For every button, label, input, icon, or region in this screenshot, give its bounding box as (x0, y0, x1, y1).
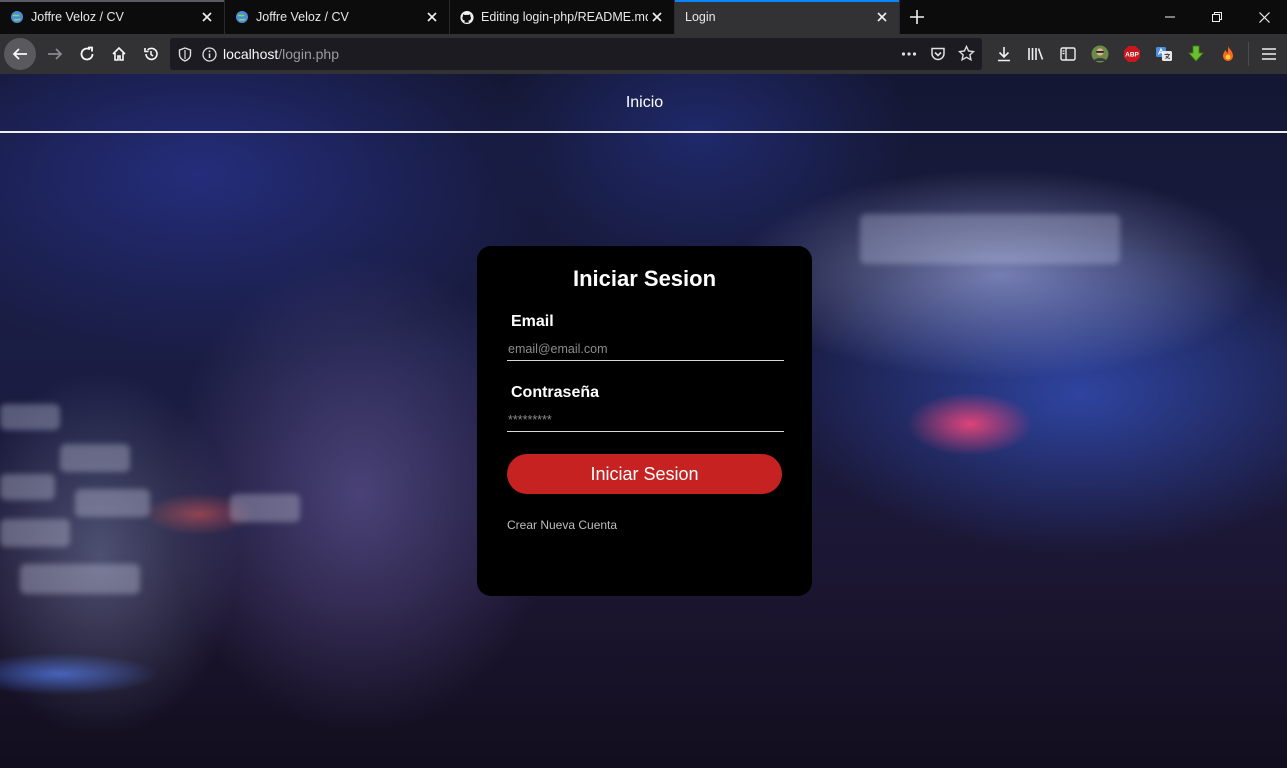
tab-title: Joffre Veloz / CV (256, 10, 349, 24)
history-icon (144, 47, 158, 61)
background-key (20, 564, 140, 594)
tab-title: Editing login-php/README.md (481, 10, 648, 24)
email-field[interactable] (507, 337, 784, 361)
adblock-button[interactable]: ABP (1116, 34, 1148, 74)
password-field[interactable] (507, 408, 784, 432)
password-label: Contraseña (511, 384, 600, 401)
home-icon (112, 46, 126, 61)
create-account-link[interactable]: Crear Nueva Cuenta (507, 518, 617, 532)
menu-button[interactable] (1253, 34, 1285, 74)
tab-title: Joffre Veloz / CV (31, 10, 124, 24)
fire-icon (1223, 46, 1233, 61)
avatar-icon (1091, 45, 1109, 63)
adblock-badge: ABP (1125, 52, 1139, 59)
minimize-button[interactable] (1147, 0, 1193, 34)
library-button[interactable] (1020, 34, 1052, 74)
translate-icon (1156, 47, 1172, 61)
nav-divider (0, 131, 1287, 133)
reload-button[interactable] (72, 39, 102, 69)
fire-extension-button[interactable] (1212, 34, 1244, 74)
url-path: /login.php (278, 46, 339, 62)
login-card: Iniciar Sesion Email Contraseña Iniciar … (477, 246, 812, 596)
url-host: localhost (223, 46, 279, 62)
green-arrow-icon (1188, 45, 1204, 62)
email-label: Email (511, 313, 554, 330)
info-icon[interactable] (202, 46, 217, 62)
background-key (0, 404, 60, 430)
close-icon[interactable] (198, 8, 216, 26)
login-button[interactable]: Iniciar Sesion (507, 454, 782, 494)
forward-button[interactable] (40, 39, 70, 69)
background-key (75, 489, 150, 517)
tab-cv-1[interactable]: Joffre Veloz / CV (0, 0, 225, 34)
restore-button[interactable] (1194, 0, 1240, 34)
profile-button[interactable] (1084, 34, 1116, 74)
background-key (0, 519, 70, 547)
tab-strip: Joffre Veloz / CV Joffre Veloz / CV Edit… (0, 0, 1287, 34)
download-button[interactable] (988, 34, 1020, 74)
star-icon[interactable] (958, 45, 975, 62)
background-key (60, 444, 130, 472)
shield-icon[interactable] (178, 46, 192, 62)
window-close-button[interactable] (1241, 0, 1287, 34)
download-helper-button[interactable] (1180, 34, 1212, 74)
top-nav: Inicio (0, 74, 1287, 132)
background-key (860, 214, 1120, 264)
toolbar-right: ABP (988, 34, 1285, 74)
new-tab-button[interactable] (900, 0, 934, 34)
library-icon (1028, 48, 1044, 60)
tab-cv-2[interactable]: Joffre Veloz / CV (225, 0, 450, 34)
pocket-icon[interactable] (930, 46, 946, 62)
adblock-icon: ABP (1124, 46, 1140, 62)
toolbar-separator (1248, 42, 1249, 66)
home-button[interactable] (104, 39, 134, 69)
tab-login[interactable]: Login (675, 0, 900, 34)
more-icon[interactable] (901, 47, 917, 61)
plus-icon (910, 10, 924, 24)
page-viewport: Inicio Iniciar Sesion Email Contraseña I… (0, 74, 1287, 768)
translate-button[interactable] (1148, 34, 1180, 74)
history-button[interactable] (136, 39, 166, 69)
back-icon (12, 48, 27, 60)
forward-icon (48, 48, 63, 60)
minimize-icon (1165, 16, 1175, 18)
nav-toolbar: localhost/login.php ABP (0, 34, 1287, 74)
nav-link-inicio[interactable]: Inicio (626, 94, 663, 112)
url-bar[interactable]: localhost/login.php (170, 38, 982, 70)
menu-icon (1262, 48, 1276, 60)
tab-github-readme[interactable]: Editing login-php/README.md (450, 0, 675, 34)
restore-icon (1212, 12, 1222, 22)
background-key (230, 494, 300, 522)
url-text[interactable]: localhost/login.php (223, 46, 339, 62)
sidebar-button[interactable] (1052, 34, 1084, 74)
tab-title: Login (685, 10, 716, 24)
github-icon (460, 10, 474, 24)
reload-icon (80, 46, 94, 61)
globe-icon (10, 10, 24, 24)
globe-icon (235, 10, 249, 24)
back-button[interactable] (4, 38, 36, 70)
close-icon (1258, 11, 1270, 23)
close-icon[interactable] (648, 8, 666, 26)
background-key (0, 474, 55, 500)
close-icon[interactable] (423, 8, 441, 26)
download-icon (998, 47, 1010, 62)
login-title: Iniciar Sesion (572, 266, 717, 291)
sidebar-icon (1060, 47, 1076, 61)
close-icon[interactable] (873, 8, 891, 26)
